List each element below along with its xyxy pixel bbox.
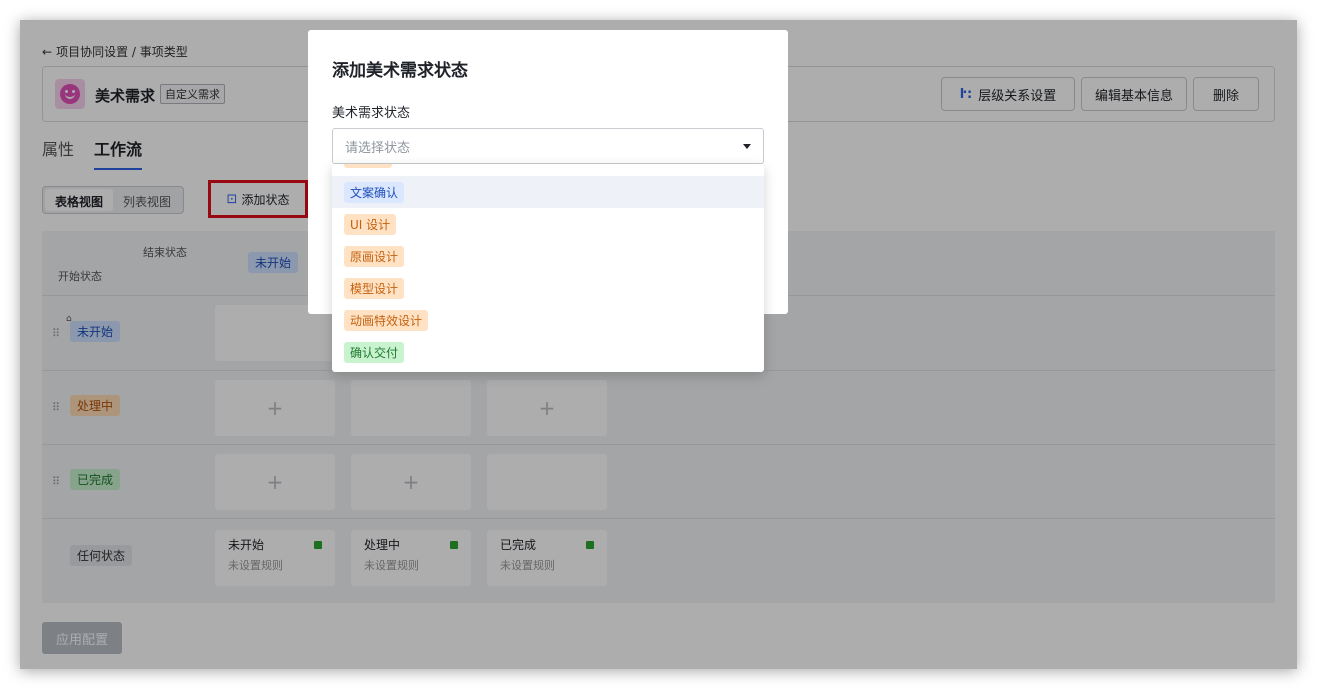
option-label: UI 设计 <box>344 213 397 235</box>
dropdown-option[interactable]: 文案确认 <box>332 176 764 208</box>
dropdown-option[interactable]: 动画特效设计 <box>332 304 764 336</box>
option-label: 确认交付 <box>344 341 405 363</box>
dropdown-option[interactable]: UI 设计 <box>332 208 764 240</box>
state-select-placeholder: 请选择状态 <box>345 140 411 156</box>
modal-title: 添加美术需求状态 <box>332 61 468 81</box>
option-label: 动画特效设计 <box>344 309 429 331</box>
state-select[interactable]: 请选择状态 <box>332 128 764 164</box>
dropdown-option[interactable]: 模型设计 <box>332 272 764 304</box>
dropdown-option[interactable]: 原画设计 <box>332 240 764 272</box>
app-window: ← 项目协同设置 / 事项类型 美术需求 自定义需求 ŀ: 层级关系设置 编辑基… <box>20 20 1297 669</box>
state-field-label: 美术需求状态 <box>332 106 411 121</box>
option-label: 模型设计 <box>344 277 405 299</box>
scrolled-option-fragment <box>344 164 392 168</box>
option-label: 文案确认 <box>344 181 405 203</box>
dropdown-option[interactable]: 确认交付 <box>332 336 764 368</box>
caret-down-icon <box>743 143 751 149</box>
option-label: 原画设计 <box>344 245 405 267</box>
state-dropdown: 文案确认 UI 设计 原画设计 模型设计 动画特效设计 确认交付 <box>332 164 764 372</box>
